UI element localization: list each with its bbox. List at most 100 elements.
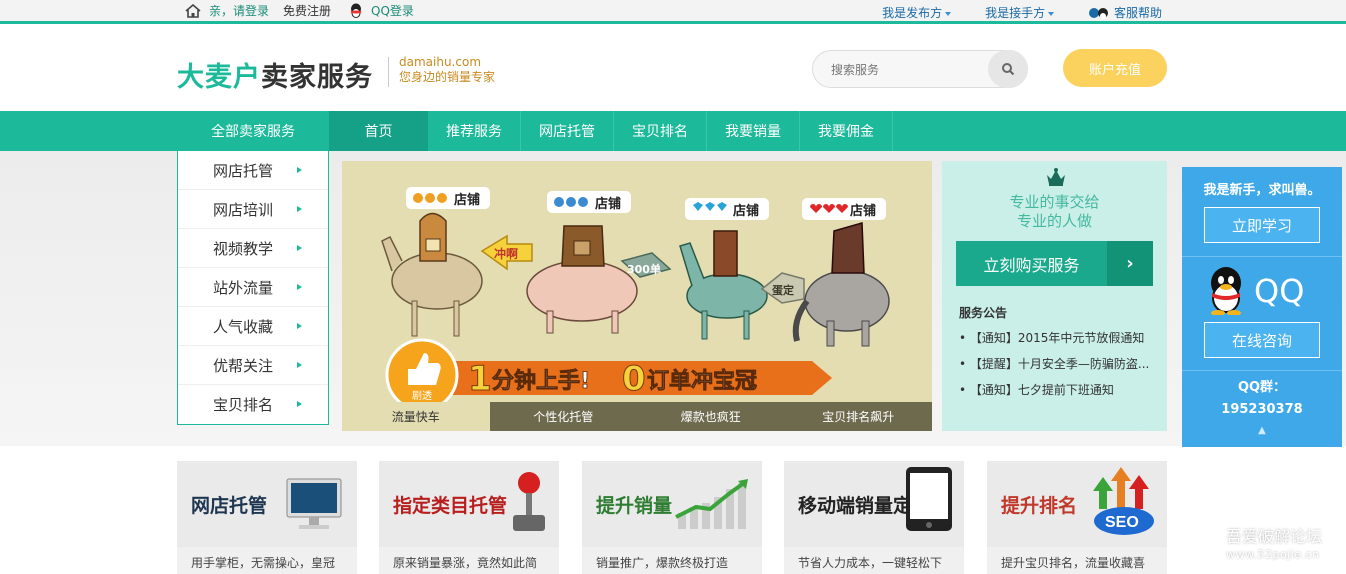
notice-item[interactable]: • 【提醒】十月安全季—防骗防盗... <box>959 355 1159 381</box>
headline-number-1: 1 <box>468 359 492 399</box>
top-bar: 亲，请登录 免费注册 QQ登录 我是发布方 我是接手方 客服帮助 <box>0 0 1346 24</box>
recharge-button[interactable]: 账户充值 <box>1063 49 1167 87</box>
monitor-icon <box>286 478 342 529</box>
menu-item-follow[interactable]: 优帮关注 <box>178 346 328 385</box>
pig-illustration <box>526 225 638 334</box>
arrow-sign-2: 300单 <box>620 252 672 278</box>
arrow-sign-3: 蛋定 <box>760 272 805 304</box>
nav-shop-hosting[interactable]: 网店托管 <box>521 111 614 151</box>
qq-group-number[interactable]: 195230378 <box>1182 399 1342 421</box>
arrow-label: 蛋定 <box>772 283 794 297</box>
help-link[interactable]: 客服帮助 <box>1088 4 1162 21</box>
login-link[interactable]: 亲，请登录 <box>209 2 269 19</box>
service-slogan-line1: 专业的事交给 <box>1009 193 1100 211</box>
register-link[interactable]: 免费注册 <box>283 2 331 19</box>
banner-tabs: 流量快车 个性化托管 爆款也疯狂 宝贝排名飙升 <box>342 402 932 431</box>
menu-item-shop-hosting[interactable]: 网店托管 <box>178 151 328 190</box>
all-services-menu[interactable]: 全部卖家服务 <box>177 111 329 151</box>
nav-item-ranking[interactable]: 宝贝排名 <box>614 111 707 151</box>
shop-badge-crown: 店铺 <box>406 187 490 209</box>
headline-number-2: 0 <box>622 359 646 399</box>
arrow-label: 300单 <box>627 262 661 276</box>
qq-group-label: QQ群： <box>1237 380 1287 395</box>
card-shop-hosting[interactable]: 网店托管 用手掌柜，无需操心，皇冠 <box>177 461 357 574</box>
card-desc: 提升宝贝排名，流量收藏喜 <box>1001 556 1146 570</box>
shop-badge-heart: 店铺 <box>802 198 886 220</box>
customer-service-icon <box>1089 7 1109 19</box>
qq-group-info: QQ群： 195230378 <box>1182 377 1342 421</box>
nav-sales[interactable]: 我要销量 <box>707 111 800 151</box>
nav-commission[interactable]: 我要佣金 <box>800 111 893 151</box>
arrow-right-icon <box>297 401 302 407</box>
banner-tab-traffic[interactable]: 流量快车 <box>342 402 490 431</box>
nav-recommended[interactable]: 推荐服务 <box>428 111 521 151</box>
home-icon[interactable] <box>185 3 201 18</box>
chevron-right-icon: › <box>1107 241 1153 286</box>
divider <box>1182 256 1342 257</box>
card-boost-ranking[interactable]: 提升排名 SEO 提升宝贝排名，流量收藏喜 <box>987 461 1167 574</box>
card-boost-sales[interactable]: 提升销量 销量推广，爆款终极打造 <box>582 461 762 574</box>
card-desc: 用手掌柜，无需操心，皇冠 <box>191 556 336 570</box>
search-input[interactable] <box>831 60 981 80</box>
card-desc: 节省人力成本，一键轻松下 <box>798 556 943 570</box>
buy-service-button[interactable]: 立刻购买服务 › <box>956 241 1153 286</box>
shop-label: 店铺 <box>733 203 759 219</box>
main-nav: 全部卖家服务 首页 推荐服务 网店托管 宝贝排名 我要销量 我要佣金 <box>0 111 1346 151</box>
joystick-icon <box>513 472 545 531</box>
shop-label: 店铺 <box>850 203 876 219</box>
elephant-illustration <box>792 222 890 347</box>
publisher-label: 我是发布方 <box>882 6 943 20</box>
card-title: 提升排名 <box>1001 495 1078 517</box>
nav-home[interactable]: 首页 <box>329 111 428 151</box>
caret-down-icon <box>945 11 952 16</box>
menu-item-shop-training[interactable]: 网店培训 <box>178 190 328 229</box>
collapse-up-icon[interactable]: ▲ <box>1182 425 1342 436</box>
slogan: damaihu.com 您身边的销量专家 <box>399 55 495 85</box>
learn-now-button[interactable]: 立即学习 <box>1204 207 1320 243</box>
arrow-right-icon <box>297 206 302 212</box>
banner-illustration: 店铺 店铺 店铺 店铺 冲啊 300单 蛋定 1 分钟上手! 0 订单冲宝冠 剧… <box>381 187 890 402</box>
notice-item[interactable]: • 【通知】七夕提前下班通知 <box>959 381 1159 407</box>
svg-text:SEO: SEO <box>1105 514 1139 531</box>
card-mobile-sales[interactable]: 移动端销量定制 节省人力成本，一键轻松下 <box>784 461 964 574</box>
qq-icon <box>349 3 363 19</box>
card-desc: 原来销量暴涨，竟然如此简 <box>393 556 538 570</box>
horse-illustration <box>679 230 768 340</box>
menu-item-external-traffic[interactable]: 站外流量 <box>178 268 328 307</box>
menu-item-label: 站外流量 <box>213 278 274 297</box>
arrow-right-icon <box>297 167 302 173</box>
logo[interactable]: 大麦户卖家服务 <box>177 55 373 94</box>
notice-item[interactable]: • 【通知】2015年中元节放假通知 <box>959 329 1159 355</box>
arrow-right-icon <box>297 284 302 290</box>
help-label: 客服帮助 <box>1113 6 1162 20</box>
service-slogan-line2: 专业的人做 <box>1016 212 1092 230</box>
publisher-menu[interactable]: 我是发布方 <box>882 4 952 21</box>
site-slogan: 您身边的销量专家 <box>399 70 496 84</box>
watermark-name: 吾爱破解论坛 <box>1226 527 1323 546</box>
menu-item-popularity[interactable]: 人气收藏 <box>178 307 328 346</box>
banner-tab-hosting[interactable]: 个性化托管 <box>489 402 637 431</box>
search-button[interactable] <box>988 50 1028 88</box>
qq-login-link[interactable]: QQ登录 <box>371 2 414 19</box>
arrow-right-icon <box>297 362 302 368</box>
menu-item-video-tutorial[interactable]: 视频教学 <box>178 229 328 268</box>
shop-badge-diamond: 店铺 <box>685 198 769 220</box>
camel-illustration <box>381 212 483 337</box>
promo-banner[interactable]: 店铺 店铺 店铺 店铺 冲啊 300单 蛋定 1 分钟上手! 0 订单冲宝冠 剧… <box>342 161 932 431</box>
banner-tab-hot-items[interactable]: 爆款也疯狂 <box>637 402 785 431</box>
shop-label: 店铺 <box>454 192 480 208</box>
menu-item-ranking[interactable]: 宝贝排名 <box>178 385 328 424</box>
help-float-panel: 我是新手，求叫兽。 立即学习 QQ 在线咨询 QQ群： 195230378 ▲ <box>1182 167 1342 447</box>
card-category-hosting[interactable]: 指定类目托管 原来销量暴涨，竟然如此简 <box>379 461 559 574</box>
online-consult-button[interactable]: 在线咨询 <box>1204 322 1320 358</box>
notice-list: • 【通知】2015年中元节放假通知 • 【提醒】十月安全季—防骗防盗... •… <box>959 329 1159 407</box>
banner-tab-ranking[interactable]: 宝贝排名飙升 <box>784 402 932 431</box>
badge-label: 剧透 <box>412 390 432 402</box>
arrow-label: 冲啊 <box>494 246 518 261</box>
shop-badge-blue-crown: 店铺 <box>547 191 631 213</box>
header: 大麦户卖家服务 damaihu.com 您身边的销量专家 账户充值 <box>0 27 1346 111</box>
logo-divider <box>388 57 389 87</box>
receiver-menu[interactable]: 我是接手方 <box>985 4 1055 21</box>
search-box <box>812 50 1028 88</box>
receiver-label: 我是接手方 <box>985 6 1046 20</box>
